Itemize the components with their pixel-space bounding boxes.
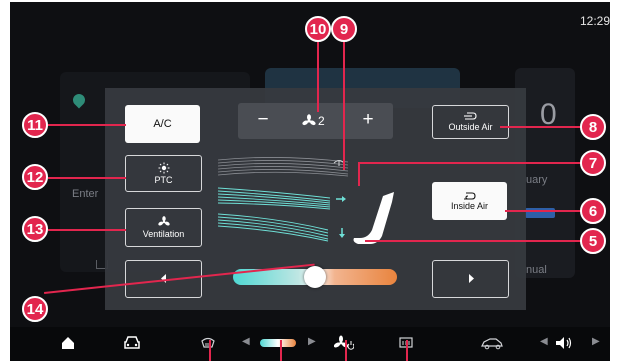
background-enter-label: Enter [72,188,99,200]
callout-line-13 [48,229,126,231]
callout-9: 9 [331,16,357,42]
ventilation-button[interactable]: Ventilation [125,208,202,247]
callout-line-task-1 [209,340,211,361]
callout-10: 10 [305,16,331,42]
outside-air-button[interactable]: Outside Air [432,105,509,139]
callout-line-5 [365,240,581,242]
fan-icon [302,114,316,126]
outside-air-icon [463,112,477,120]
fan-level-value: 2 [318,114,325,128]
callout-line-9 [343,30,345,170]
volume-down-arrow-icon[interactable]: ◀ [540,336,548,347]
car-icon[interactable] [123,335,141,351]
taskbar-right-arrow-icon[interactable]: ▶ [308,336,316,347]
arrow-right-icon [468,274,474,283]
outside-air-label: Outside Air [448,122,493,132]
volume-up-arrow-icon[interactable]: ▶ [592,336,600,347]
callout-13: 13 [22,216,48,242]
airflow-diagram [218,157,394,244]
car-side-icon[interactable] [480,335,504,351]
home-icon[interactable] [60,335,76,351]
ventilation-fan-icon [157,216,170,226]
callout-11: 11 [22,112,48,138]
face-airflow[interactable] [218,187,331,210]
background-manual-label: nual [526,264,547,276]
ptc-button[interactable]: PTC [125,155,202,192]
fan-power-icon[interactable] [334,335,354,351]
callout-7: 7 [580,150,606,176]
callout-14: 14 [22,296,48,322]
clock: 12:29 [580,14,610,28]
callout-12: 12 [22,164,48,190]
taskbar-temperature-bar[interactable] [260,339,296,347]
face-arrow-icon [336,196,346,202]
defrost-front-icon[interactable] [200,335,216,351]
inside-air-button[interactable]: Inside Air [432,182,507,220]
temperature-slider-knob[interactable] [304,266,326,288]
callout-line-11 [48,124,126,126]
next-button[interactable] [432,260,509,298]
callout-line-10 [317,30,319,112]
taskbar-left-arrow-icon[interactable]: ◀ [242,336,250,347]
seat-icon [353,192,394,244]
callout-line-task-4 [406,340,408,361]
volume-icon[interactable] [554,335,574,351]
inside-air-icon [463,191,476,200]
callout-5: 5 [580,228,606,254]
inside-air-label: Inside Air [450,200,489,211]
callout-line-task-2 [280,340,282,361]
fan-increase-button[interactable]: + [358,109,378,131]
sun-icon [158,162,169,174]
callout-6: 6 [580,198,606,224]
ptc-label: PTC [154,175,173,185]
fan-decrease-button[interactable]: − [253,109,273,131]
ac-button[interactable]: A/C [125,105,200,143]
taskbar: ◀ ▶ ◀ ▶ [10,327,610,361]
ventilation-label: Ventilation [142,229,185,239]
callout-line-7b [358,162,360,186]
background-uary-label: uary [526,174,548,186]
windshield-airflow[interactable] [218,157,349,177]
callout-line-12 [48,177,126,179]
fan-speed-control: − 2 + [238,103,393,139]
callout-8: 8 [580,114,606,140]
ac-label: A/C [153,118,172,130]
callout-line-7 [360,162,582,164]
foot-airflow[interactable] [218,213,329,242]
callout-line-task-3 [345,340,347,361]
callout-line-6 [505,210,585,212]
callout-line-8 [500,126,586,128]
foot-arrow-icon [339,228,345,238]
